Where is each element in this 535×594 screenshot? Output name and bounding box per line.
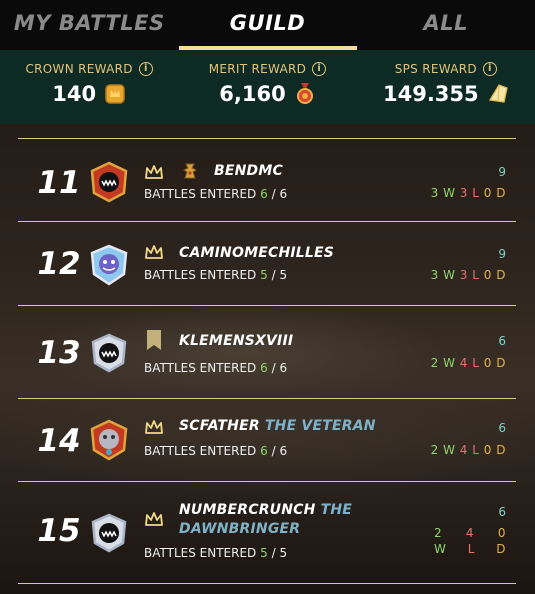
- win-loss-draw: 2 4 0 W L D: [434, 526, 506, 556]
- battles-entered: BATTLES ENTERED 6 / 6: [144, 187, 288, 201]
- avatar: [91, 513, 127, 553]
- rank-number: 12: [37, 246, 81, 282]
- tower-icon: [183, 163, 197, 179]
- crown-reward-value: 140: [52, 82, 97, 106]
- battles-entered: BATTLES ENTERED 5 / 5: [144, 546, 288, 560]
- player-name[interactable]: CAMINOMECHILLES: [179, 244, 334, 263]
- leaderboard-row[interactable]: 11 BENDMC BATTLES ENTERED 6 / 6 9 3 W 3 …: [18, 138, 516, 221]
- win-loss-draw: 2 W 4 L 0 D: [430, 356, 506, 370]
- leaderboard-row[interactable]: 13 KLEMENSXVIII BATTLES ENTERED 6 / 6 6 …: [18, 305, 516, 398]
- crown-icon: [145, 512, 163, 526]
- total-score: 6: [498, 334, 506, 348]
- battles-entered: BATTLES ENTERED 6 / 6: [144, 444, 288, 458]
- total-score: 6: [498, 505, 506, 519]
- merit-reward-value: 6,160: [219, 82, 286, 106]
- leaderboard-row[interactable]: 15 NUMBERCRUNCH THE DAWNBRINGER BATTLES …: [18, 481, 516, 583]
- merit-reward: MERIT REWARD i 6,160: [178, 50, 356, 124]
- player-name[interactable]: NUMBERCRUNCH THE DAWNBRINGER: [179, 501, 359, 539]
- avatar: [90, 161, 128, 203]
- rank-number: 13: [37, 335, 81, 371]
- leaderboard-row[interactable]: 14 SCFATHER THE VETERAN BATTLES ENTERED …: [18, 398, 516, 481]
- avatar: [91, 333, 127, 373]
- sps-crystal-icon: [488, 84, 508, 103]
- player-name[interactable]: KLEMENSXVIII: [179, 332, 293, 351]
- battle-tabs: MY BATTLES GUILD ALL: [0, 0, 535, 50]
- win-loss-draw: 2 W 4 L 0 D: [430, 443, 506, 457]
- merit-medal-icon: [296, 83, 313, 104]
- crown-icon: [145, 165, 163, 179]
- player-name[interactable]: BENDMC: [214, 162, 283, 181]
- info-icon[interactable]: i: [138, 62, 153, 76]
- rank-number: 15: [37, 513, 81, 549]
- player-name[interactable]: SCFATHER THE VETERAN: [179, 417, 376, 436]
- merit-reward-label: MERIT REWARD: [208, 62, 307, 76]
- crown-reward: CROWN REWARD i 140: [0, 50, 178, 124]
- sps-reward: SPS REWARD i 149.355: [357, 50, 535, 124]
- rank-number: 11: [37, 165, 81, 201]
- sps-reward-label: SPS REWARD: [394, 62, 477, 76]
- tab-guild[interactable]: GUILD: [178, 0, 357, 50]
- total-score: 9: [498, 165, 506, 179]
- crown-icon: [145, 245, 163, 259]
- total-score: 6: [498, 421, 506, 435]
- avatar: [90, 244, 128, 286]
- leaderboard-row[interactable]: 12 CAMINOMECHILLES BATTLES ENTERED 5 / 5…: [18, 221, 516, 305]
- avatar: [90, 419, 128, 461]
- rank-number: 14: [37, 423, 81, 459]
- crown-token-icon: [105, 84, 125, 104]
- info-icon[interactable]: i: [482, 62, 497, 76]
- win-loss-draw: 3 W 3 L 0 D: [430, 186, 506, 200]
- battles-entered: BATTLES ENTERED 5 / 5: [144, 268, 288, 282]
- tab-my-battles[interactable]: MY BATTLES: [0, 0, 179, 50]
- total-score: 9: [498, 247, 506, 261]
- battles-entered: BATTLES ENTERED 6 / 6: [144, 361, 288, 375]
- crown-icon: [145, 420, 163, 434]
- rewards-bar: CROWN REWARD i 140 MERIT REWARD i 6,160: [0, 50, 535, 124]
- win-loss-draw: 3 W 3 L 0 D: [430, 268, 506, 282]
- tab-all[interactable]: ALL: [357, 0, 535, 50]
- sps-reward-value: 149.355: [382, 82, 479, 106]
- list-divider: [18, 583, 516, 584]
- banner-icon: [147, 330, 161, 350]
- info-icon[interactable]: i: [312, 62, 327, 76]
- crown-reward-label: CROWN REWARD: [25, 62, 133, 76]
